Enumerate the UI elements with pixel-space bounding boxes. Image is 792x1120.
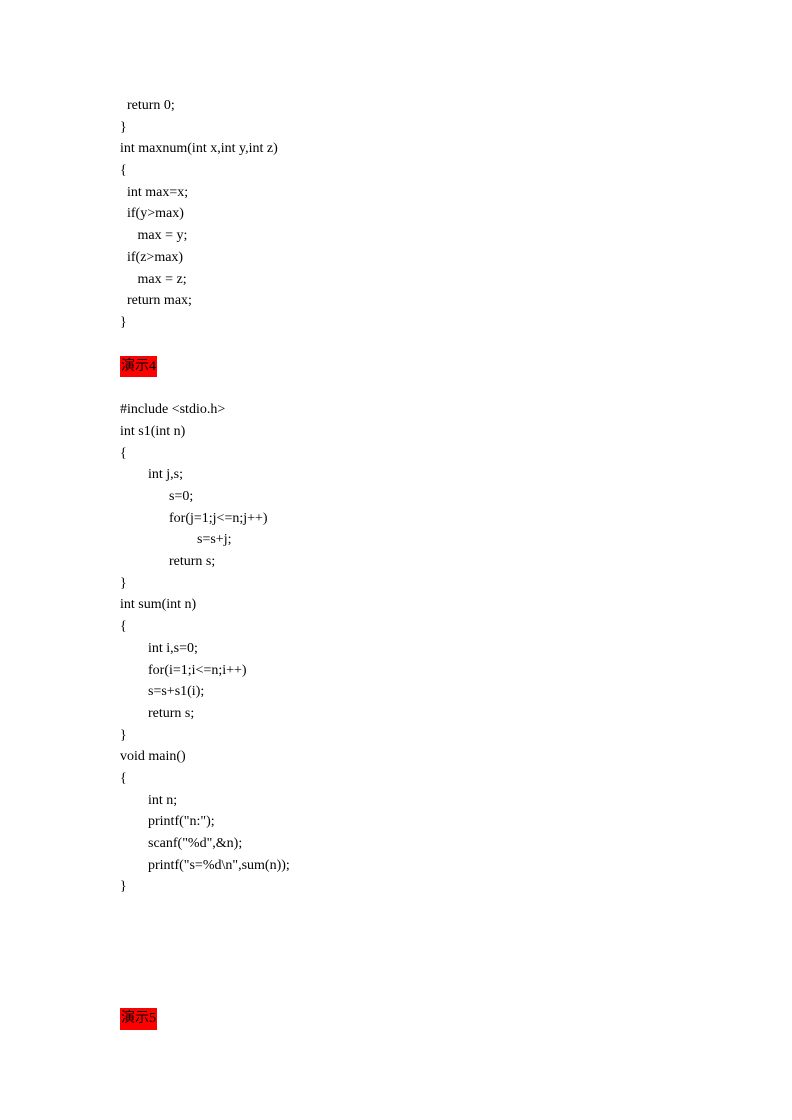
large-gap — [120, 898, 672, 1008]
demo-heading-4: 演示4 — [120, 356, 672, 378]
demo4-highlight: 演示4 — [120, 356, 157, 378]
gap — [120, 377, 672, 399]
gap — [120, 334, 672, 356]
code-block-2: #include <stdio.h> int s1(int n) { int j… — [120, 399, 672, 898]
demo4-number: 4 — [149, 359, 156, 374]
document-page: return 0; } int maxnum(int x,int y,int z… — [0, 0, 792, 1120]
demo4-prefix: 演示 — [121, 359, 149, 374]
code-block-1: return 0; } int maxnum(int x,int y,int z… — [120, 95, 672, 334]
demo5-prefix: 演示 — [121, 1011, 149, 1026]
demo-heading-5: 演示5 — [120, 1008, 672, 1030]
demo5-number: 5 — [149, 1011, 156, 1026]
demo5-highlight: 演示5 — [120, 1008, 157, 1030]
